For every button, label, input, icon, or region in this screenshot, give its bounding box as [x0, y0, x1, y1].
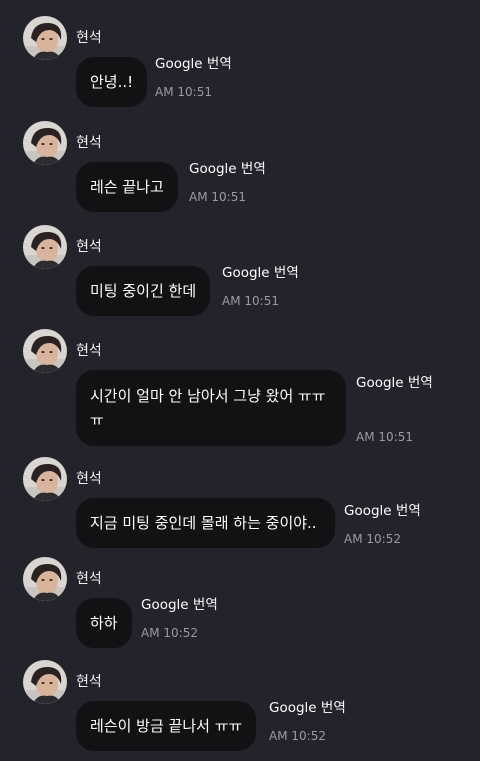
sender-name[interactable]: 현석: [76, 470, 102, 488]
avatar[interactable]: [23, 329, 67, 373]
message-timestamp: AM 10:51: [356, 430, 413, 444]
message-bubble[interactable]: 레슨 끝나고: [76, 162, 178, 212]
avatar[interactable]: [23, 457, 67, 501]
message-timestamp: AM 10:51: [155, 85, 212, 99]
chat-thread[interactable]: 현석 안녕..! Google 번역 AM 10:51 현석 레슨 끝나고 Go…: [0, 0, 480, 761]
message-text-line: 시간이 얼마 안 남아서 그냥 왔어 ㅠㅠ: [90, 387, 326, 405]
profile-photo-icon: [23, 121, 67, 165]
sender-name[interactable]: 현석: [76, 29, 102, 47]
message-bubble[interactable]: 안녕..!: [76, 57, 148, 107]
avatar[interactable]: [23, 660, 67, 704]
sender-name[interactable]: 현석: [76, 673, 102, 691]
message-bubble[interactable]: 레슨이 방금 끝나서 ㅠㅠ: [76, 701, 257, 751]
google-translate-link[interactable]: Google 번역: [155, 55, 232, 73]
profile-photo-icon: [23, 16, 67, 60]
message-timestamp: AM 10:51: [222, 294, 279, 308]
message-bubble[interactable]: 지금 미팅 중인데 몰래 하는 중이야..: [76, 498, 335, 548]
google-translate-link[interactable]: Google 번역: [269, 699, 346, 717]
profile-photo-icon: [23, 457, 67, 501]
sender-name[interactable]: 현석: [76, 570, 102, 588]
message-bubble[interactable]: 시간이 얼마 안 남아서 그냥 왔어 ㅠㅠ ㅠ: [76, 370, 346, 446]
profile-photo-icon: [23, 660, 67, 704]
profile-photo-icon: [23, 225, 67, 269]
google-translate-link[interactable]: Google 번역: [222, 264, 299, 282]
google-translate-link[interactable]: Google 번역: [344, 502, 421, 520]
google-translate-link[interactable]: Google 번역: [189, 160, 266, 178]
avatar[interactable]: [23, 557, 67, 601]
avatar[interactable]: [23, 16, 67, 60]
avatar[interactable]: [23, 121, 67, 165]
profile-photo-icon: [23, 329, 67, 373]
sender-name[interactable]: 현석: [76, 238, 102, 256]
message-timestamp: AM 10:52: [141, 626, 198, 640]
google-translate-link[interactable]: Google 번역: [356, 374, 433, 392]
message-bubble[interactable]: 미팅 중이긴 한데: [76, 266, 211, 316]
sender-name[interactable]: 현석: [76, 134, 102, 152]
google-translate-link[interactable]: Google 번역: [141, 596, 218, 614]
message-timestamp: AM 10:52: [269, 729, 326, 743]
sender-name[interactable]: 현석: [76, 342, 102, 360]
message-text-line: ㅠ: [90, 411, 104, 429]
avatar[interactable]: [23, 225, 67, 269]
message-timestamp: AM 10:52: [344, 532, 401, 546]
profile-photo-icon: [23, 557, 67, 601]
message-bubble[interactable]: 하하: [76, 598, 132, 648]
message-timestamp: AM 10:51: [189, 190, 246, 204]
